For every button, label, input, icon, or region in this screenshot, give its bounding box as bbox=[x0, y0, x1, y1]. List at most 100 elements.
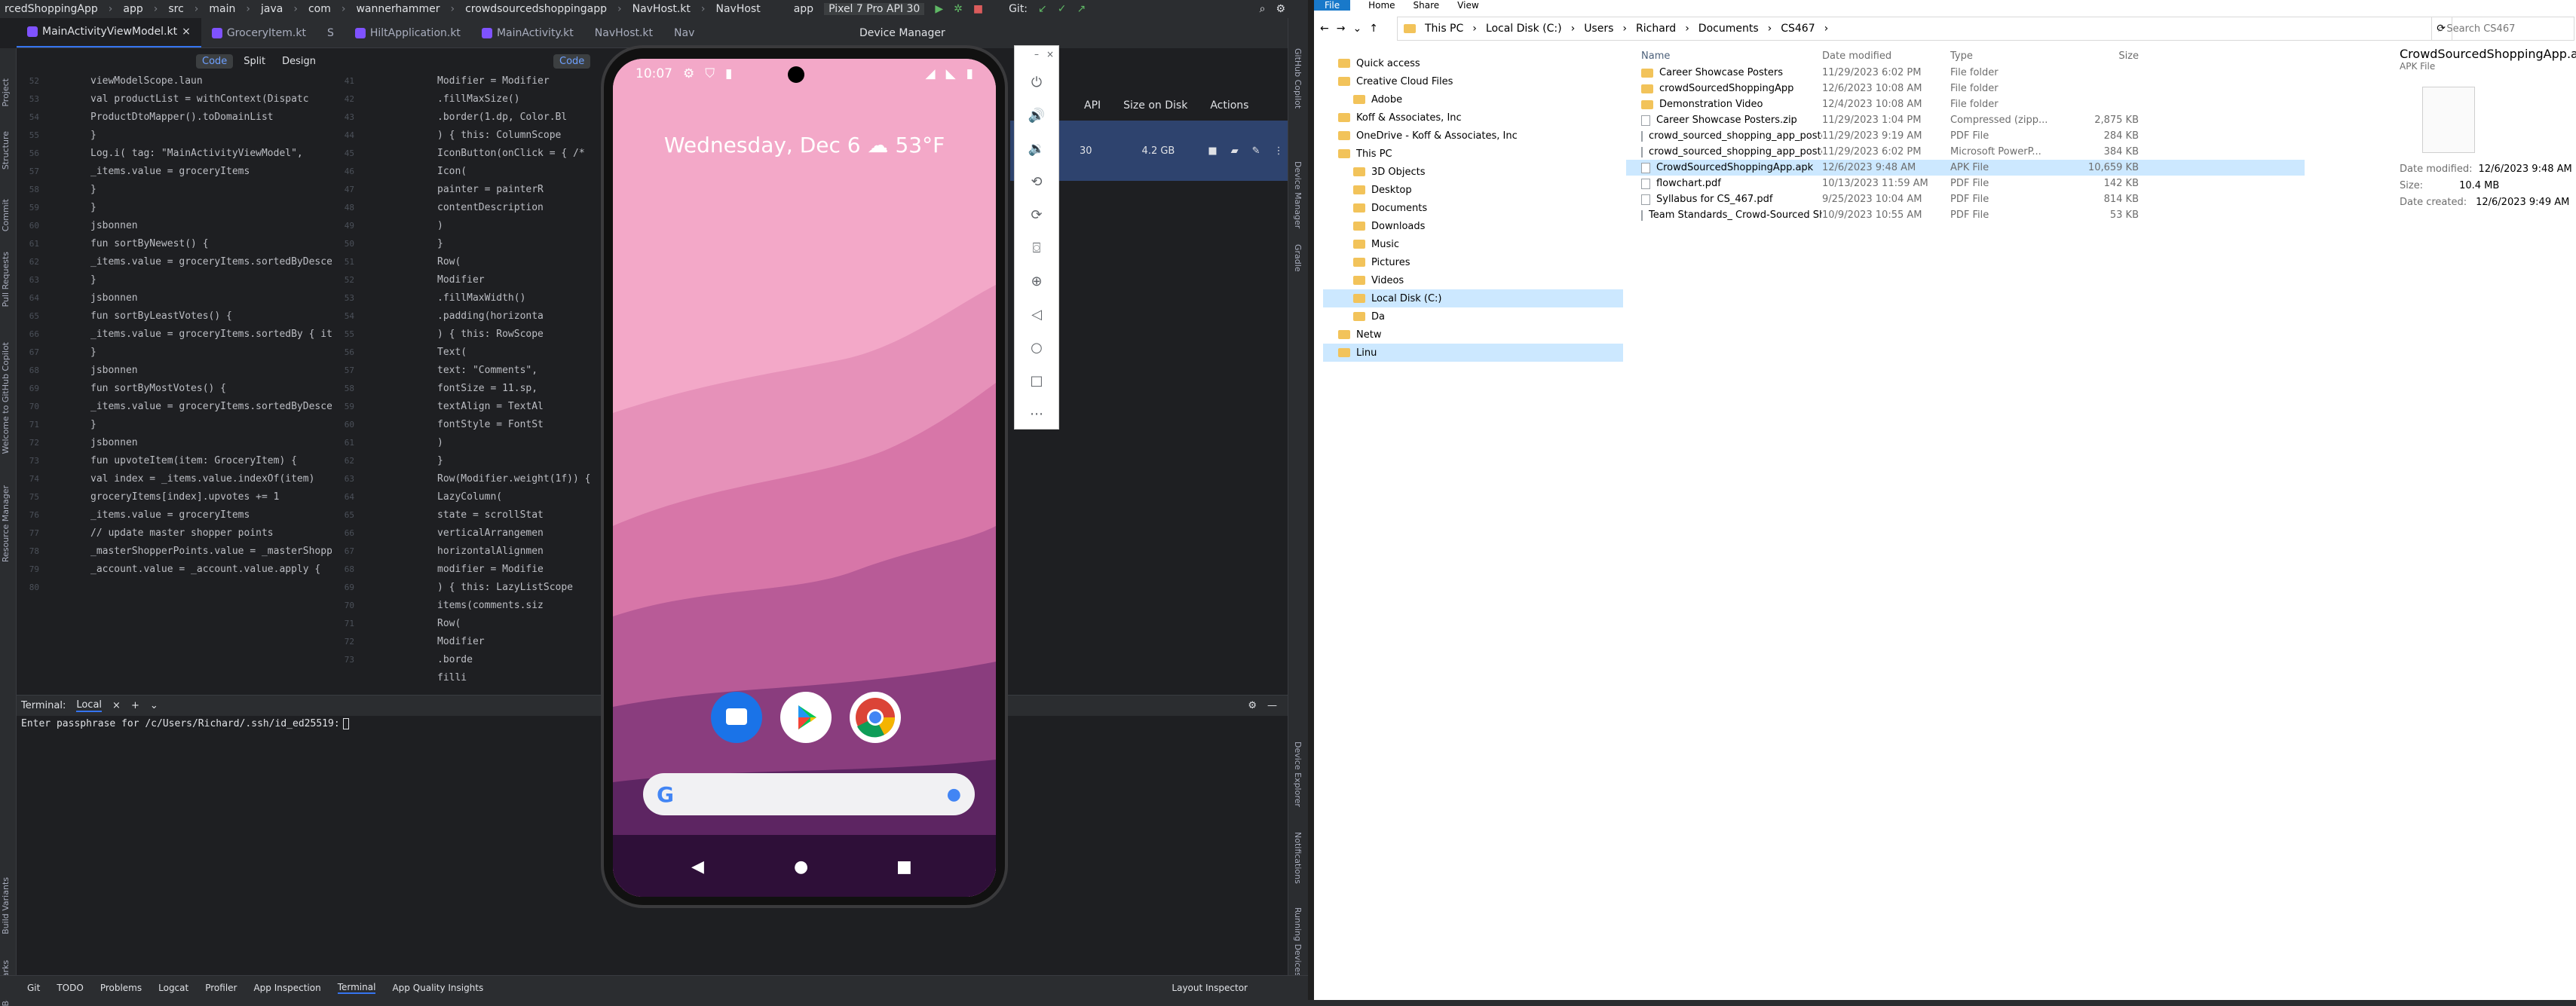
power-icon[interactable]: ⏻ bbox=[1022, 69, 1051, 96]
breadcrumb-symbol[interactable]: NavHost bbox=[715, 3, 760, 15]
search-icon[interactable]: ⌕ bbox=[1260, 3, 1266, 15]
emulator-screen[interactable]: 10:07 ⚙ ⛉ ▮ ◢ ◣ ▮ Wednesday, Dec 6 ☁ 53°… bbox=[613, 59, 996, 897]
git-update-icon[interactable]: ↙ bbox=[1038, 3, 1047, 15]
file-row[interactable]: Syllabus for CS_467.pdf 9/25/2023 10:04 A… bbox=[1626, 191, 2305, 207]
tool-pull-requests[interactable]: Pull Requests bbox=[1, 252, 11, 307]
terminal-tab-local[interactable]: Local bbox=[76, 699, 103, 712]
status-app-quality-insights[interactable]: App Quality Insights bbox=[392, 983, 483, 993]
col-name[interactable]: Name bbox=[1626, 50, 1822, 62]
tool-resource-manager[interactable]: Resource Manager bbox=[1, 485, 11, 562]
overview-icon[interactable]: □ bbox=[1022, 367, 1051, 394]
file-row[interactable]: Career Showcase Posters.zip 11/29/2023 1:… bbox=[1626, 112, 2305, 128]
rotate-left-icon[interactable]: ⟲ bbox=[1022, 168, 1051, 195]
nav-item[interactable]: Quick access bbox=[1323, 54, 1623, 72]
breadcrumb-wannerhammer[interactable]: wannerhammer bbox=[356, 3, 440, 15]
col-size[interactable]: Size bbox=[2063, 50, 2139, 62]
status-git[interactable]: Git bbox=[27, 983, 40, 993]
breadcrumb-app[interactable]: app bbox=[123, 3, 142, 15]
status-terminal[interactable]: Terminal bbox=[337, 982, 376, 994]
volume-up-icon[interactable]: 🔊 bbox=[1022, 102, 1051, 129]
nav-item[interactable]: Local Disk (C:) bbox=[1323, 289, 1623, 307]
code-editor-left[interactable]: viewModelScope.laun val productList = wit… bbox=[90, 72, 332, 690]
breadcrumb-documents[interactable]: Documents bbox=[1698, 23, 1759, 35]
tool-gradle[interactable]: Gradle bbox=[1293, 244, 1303, 272]
rotate-right-icon[interactable]: ⟳ bbox=[1022, 201, 1051, 228]
tab-navhost[interactable]: NavHost.kt bbox=[584, 18, 663, 47]
status-layout-inspector[interactable]: Layout Inspector bbox=[1172, 983, 1248, 993]
add-terminal-icon[interactable]: + bbox=[131, 700, 139, 711]
status-app-inspection[interactable]: App Inspection bbox=[253, 983, 320, 993]
tab-mainactivity[interactable]: MainActivity.kt bbox=[471, 18, 584, 47]
at-a-glance-widget[interactable]: Wednesday, Dec 6 ☁ 53°F bbox=[613, 133, 996, 157]
stop-device-icon[interactable]: ■ bbox=[1208, 145, 1217, 157]
mode-split-button[interactable]: Split bbox=[237, 54, 271, 69]
device-select[interactable]: Pixel 7 Pro API 30 bbox=[824, 3, 925, 15]
back-icon[interactable]: ◁ bbox=[1022, 301, 1051, 328]
ribbon-home[interactable]: Home bbox=[1368, 0, 1395, 11]
google-search-bar[interactable]: G ● bbox=[643, 773, 975, 815]
nav-item[interactable]: Adobe bbox=[1323, 90, 1623, 109]
nav-item[interactable]: Creative Cloud Files bbox=[1323, 72, 1623, 90]
tool-structure[interactable]: Structure bbox=[1, 131, 11, 170]
file-row[interactable]: crowd_sourced_shopping_app_poster.pdf11/… bbox=[1626, 128, 2305, 144]
breadcrumb-file[interactable]: NavHost.kt bbox=[633, 3, 691, 15]
tool-github-copilot[interactable]: GitHub Copilot bbox=[1293, 48, 1303, 109]
col-date-modified[interactable]: Date modified bbox=[1822, 50, 1950, 62]
file-row[interactable]: CrowdSourcedShoppingApp.apk 12/6/2023 9:4… bbox=[1626, 160, 2305, 176]
nav-item[interactable]: Videos bbox=[1323, 271, 1623, 289]
back-button[interactable]: ◀ bbox=[691, 858, 704, 876]
tool-device-explorer[interactable]: Device Explorer bbox=[1293, 742, 1303, 807]
tool-build-variants[interactable]: Build Variants bbox=[1, 877, 11, 934]
tab-mainactivityviewmodel[interactable]: MainActivityViewModel.kt × bbox=[17, 18, 201, 47]
play-store-app-icon[interactable] bbox=[780, 692, 832, 743]
ribbon-view[interactable]: View bbox=[1457, 0, 1478, 11]
file-row[interactable]: Demonstration Video 12/4/2023 10:08 AM Fil… bbox=[1626, 96, 2305, 112]
close-icon[interactable]: × bbox=[112, 700, 121, 711]
code-editor-right[interactable]: Modifier = Modifier .fillMaxSize() .border… bbox=[437, 72, 599, 690]
breadcrumb-main[interactable]: main bbox=[209, 3, 235, 15]
status-profiler[interactable]: Profiler bbox=[205, 983, 237, 993]
tab-nav[interactable]: Nav bbox=[663, 18, 705, 47]
status-logcat[interactable]: Logcat bbox=[158, 983, 188, 993]
nav-item[interactable]: Linu bbox=[1323, 344, 1623, 362]
breadcrumb-src[interactable]: src bbox=[168, 3, 183, 15]
close-icon[interactable]: × bbox=[182, 26, 191, 38]
forward-arrow-icon[interactable]: → bbox=[1337, 23, 1346, 35]
settings-icon[interactable]: ⚙ bbox=[1276, 3, 1285, 15]
tool-notifications[interactable]: Notifications bbox=[1293, 832, 1303, 884]
run-config-select[interactable]: app bbox=[794, 3, 813, 15]
terminal-settings-icon[interactable]: ⚙ bbox=[1248, 700, 1257, 711]
edit-icon[interactable]: ✎ bbox=[1252, 145, 1260, 157]
mode-code-button-2[interactable]: Code bbox=[553, 54, 591, 69]
breadcrumb-users[interactable]: Users bbox=[1584, 23, 1613, 35]
chrome-app-icon[interactable] bbox=[850, 692, 901, 743]
nav-item[interactable]: Desktop bbox=[1323, 181, 1623, 199]
nav-item[interactable]: Koff & Associates, Inc bbox=[1323, 109, 1623, 127]
tool-project[interactable]: Project bbox=[1, 78, 11, 107]
file-row[interactable]: crowdSourcedShoppingApp 12/6/2023 10:08 A… bbox=[1626, 81, 2305, 96]
tool-copilot-welcome[interactable]: Welcome to GitHub Copilot bbox=[1, 342, 11, 454]
more-icon[interactable]: ⋮ bbox=[1274, 145, 1284, 157]
run-icon[interactable]: ▶ bbox=[935, 3, 943, 15]
minimize-icon[interactable]: — bbox=[1267, 700, 1277, 711]
git-commit-icon[interactable]: ✓ bbox=[1058, 3, 1067, 15]
folder-icon[interactable]: ▰ bbox=[1231, 145, 1239, 157]
nav-item[interactable]: Pictures bbox=[1323, 253, 1623, 271]
status-problems[interactable]: Problems bbox=[100, 983, 142, 993]
breadcrumb-local-disk[interactable]: Local Disk (C:) bbox=[1486, 23, 1562, 35]
breadcrumb-package[interactable]: crowdsourcedshoppingapp bbox=[465, 3, 607, 15]
tool-device-manager[interactable]: Device Manager bbox=[1293, 161, 1303, 228]
file-row[interactable]: crowd_sourced_shopping_app_poster.pptx11… bbox=[1626, 144, 2305, 160]
mode-code-button[interactable]: Code bbox=[196, 54, 234, 69]
tool-running-devices[interactable]: Running Devices bbox=[1293, 907, 1303, 977]
up-arrow-icon[interactable]: ↑ bbox=[1369, 23, 1378, 35]
nav-item[interactable]: This PC bbox=[1323, 145, 1623, 163]
col-actions[interactable]: Actions bbox=[1210, 99, 1248, 112]
chevron-down-icon[interactable]: ⌄ bbox=[1352, 23, 1362, 35]
search-input[interactable]: ⌕ Search CS467 bbox=[2431, 17, 2574, 41]
breadcrumb-java[interactable]: java bbox=[261, 3, 283, 15]
file-row[interactable]: Career Showcase Posters 11/29/2023 6:02 P… bbox=[1626, 65, 2305, 81]
tab-hiltapplication[interactable]: HiltApplication.kt bbox=[345, 18, 471, 47]
back-arrow-icon[interactable]: ← bbox=[1320, 23, 1329, 35]
zoom-icon[interactable]: ⊕ bbox=[1022, 268, 1051, 295]
